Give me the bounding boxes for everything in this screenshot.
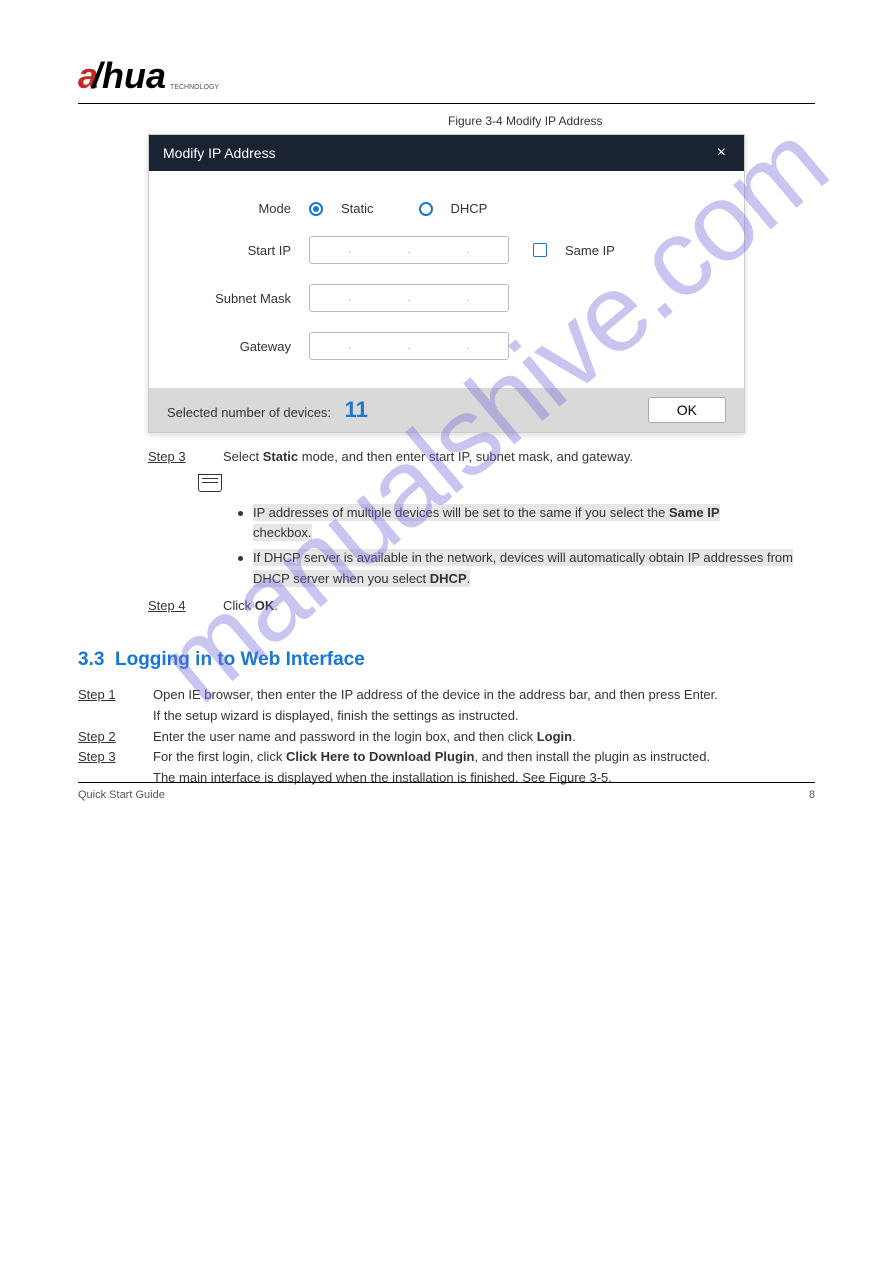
page-container: a /hua TECHNOLOGY Figure 3-4 Modify IP A… — [0, 0, 893, 831]
step-4-label: Step 4 — [148, 596, 223, 617]
login-step-2-label: Step 2 — [78, 727, 153, 748]
t: checkbox. — [253, 524, 312, 541]
t: . — [274, 598, 278, 613]
start-ip-input[interactable]: ... — [309, 236, 509, 264]
close-icon[interactable]: × — [713, 144, 730, 162]
section-heading: 3.3 Logging in to Web Interface — [78, 645, 815, 675]
footer-title: Quick Start Guide — [78, 789, 165, 801]
t-bold: Login — [537, 729, 572, 744]
mode-radio-group: Static DHCP — [309, 201, 487, 216]
login-step-2-text: Enter the user name and password in the … — [153, 727, 815, 748]
t: . — [467, 570, 471, 587]
figure-caption: Figure 3-4 Modify IP Address — [78, 114, 815, 128]
login-step-2: Step 2 Enter the user name and password … — [78, 727, 815, 748]
ok-button[interactable]: OK — [648, 397, 726, 423]
step-3-label: Step 3 — [148, 447, 223, 468]
t-bold: DHCP — [430, 570, 467, 587]
section-number: 3.3 — [78, 649, 104, 670]
checkbox-icon — [533, 243, 547, 257]
login-step-3-label: Step 3 — [78, 747, 153, 768]
dialog-footer: Selected number of devices: 11 OK — [149, 388, 744, 432]
t: Click — [223, 598, 255, 613]
subnet-label: Subnet Mask — [179, 291, 309, 306]
login-step-1-label: Step 1 — [78, 685, 153, 706]
static-radio-item[interactable]: Static — [309, 201, 374, 216]
device-count: 11 — [345, 397, 368, 422]
selected-label: Selected number of devices: — [167, 405, 331, 420]
mode-label: Mode — [179, 201, 309, 216]
gateway-row: Gateway ... — [179, 332, 714, 360]
note-icon — [198, 474, 222, 492]
dialog-body: Mode Static DHCP Start IP ... — [149, 171, 744, 388]
bullet-icon — [238, 511, 243, 516]
content-area: Step 3 Select Static mode, and then ente… — [78, 447, 815, 789]
static-label: Static — [341, 201, 374, 216]
note-bullets: IP addresses of multiple devices will be… — [148, 503, 815, 590]
t: Select — [223, 449, 263, 464]
same-ip-label: Same IP — [565, 243, 615, 258]
gateway-input[interactable]: ... — [309, 332, 509, 360]
t: , and then install the plugin as instruc… — [474, 749, 710, 764]
t: Enter the user name and password in the … — [153, 729, 537, 744]
step-3: Step 3 Select Static mode, and then ente… — [148, 447, 815, 468]
step-4: Step 4 Click OK. — [148, 596, 815, 617]
note-item-2: If DHCP server is available in the netwo… — [238, 548, 815, 590]
radio-icon — [419, 202, 433, 216]
page-header: a /hua TECHNOLOGY — [78, 55, 815, 104]
subnet-input[interactable]: ... — [309, 284, 509, 312]
t: mode, and then enter start IP, subnet ma… — [298, 449, 633, 464]
section-body: Step 1 Open IE browser, then enter the I… — [78, 685, 815, 789]
subnet-row: Subnet Mask ... — [179, 284, 714, 312]
t-bold: Static — [263, 449, 298, 464]
t: . — [572, 729, 576, 744]
start-ip-row: Start IP ... Same IP — [179, 236, 714, 264]
page-footer: Quick Start Guide 8 — [78, 782, 815, 801]
section-title-text: Logging in to Web Interface — [115, 649, 365, 670]
t-bold: OK — [255, 598, 275, 613]
step-3-text: Select Static mode, and then enter start… — [223, 447, 815, 468]
dhcp-label: DHCP — [451, 201, 488, 216]
modify-ip-dialog: Modify IP Address × Mode Static DHCP — [148, 134, 745, 433]
step-4-text: Click OK. — [223, 596, 815, 617]
dhcp-radio-item[interactable]: DHCP — [419, 201, 488, 216]
radio-icon — [309, 202, 323, 216]
logo-hua-text: /hua — [92, 55, 166, 97]
login-step-1-text: Open IE browser, then enter the IP addre… — [153, 685, 815, 706]
brand-logo: a /hua TECHNOLOGY — [78, 55, 219, 97]
same-ip-checkbox[interactable]: Same IP — [533, 243, 615, 258]
note-2-text: If DHCP server is available in the netwo… — [253, 548, 815, 590]
mode-row: Mode Static DHCP — [179, 201, 714, 216]
logo-technology-text: TECHNOLOGY — [170, 84, 219, 91]
bullet-icon — [238, 556, 243, 561]
selected-devices-text: Selected number of devices: 11 — [167, 397, 368, 423]
footer-page-number: 8 — [809, 789, 815, 801]
t: For the first login, click — [153, 749, 286, 764]
t: IP addresses of multiple devices will be… — [253, 504, 669, 521]
start-ip-label: Start IP — [179, 243, 309, 258]
dialog-title-text: Modify IP Address — [163, 145, 276, 161]
login-step-1-cont: If the setup wizard is displayed, finish… — [78, 706, 815, 727]
dialog-titlebar: Modify IP Address × — [149, 135, 744, 171]
t-bold: Same IP — [669, 504, 720, 521]
t-bold: Click Here to Download Plugin — [286, 749, 475, 764]
login-step-3: Step 3 For the first login, click Click … — [78, 747, 815, 768]
login-step-3-text: For the first login, click Click Here to… — [153, 747, 815, 768]
note-1-text: IP addresses of multiple devices will be… — [253, 503, 720, 545]
login-step-1: Step 1 Open IE browser, then enter the I… — [78, 685, 815, 706]
t: If DHCP server is available in the netwo… — [253, 549, 793, 587]
note-item-1: IP addresses of multiple devices will be… — [238, 503, 815, 545]
gateway-label: Gateway — [179, 339, 309, 354]
